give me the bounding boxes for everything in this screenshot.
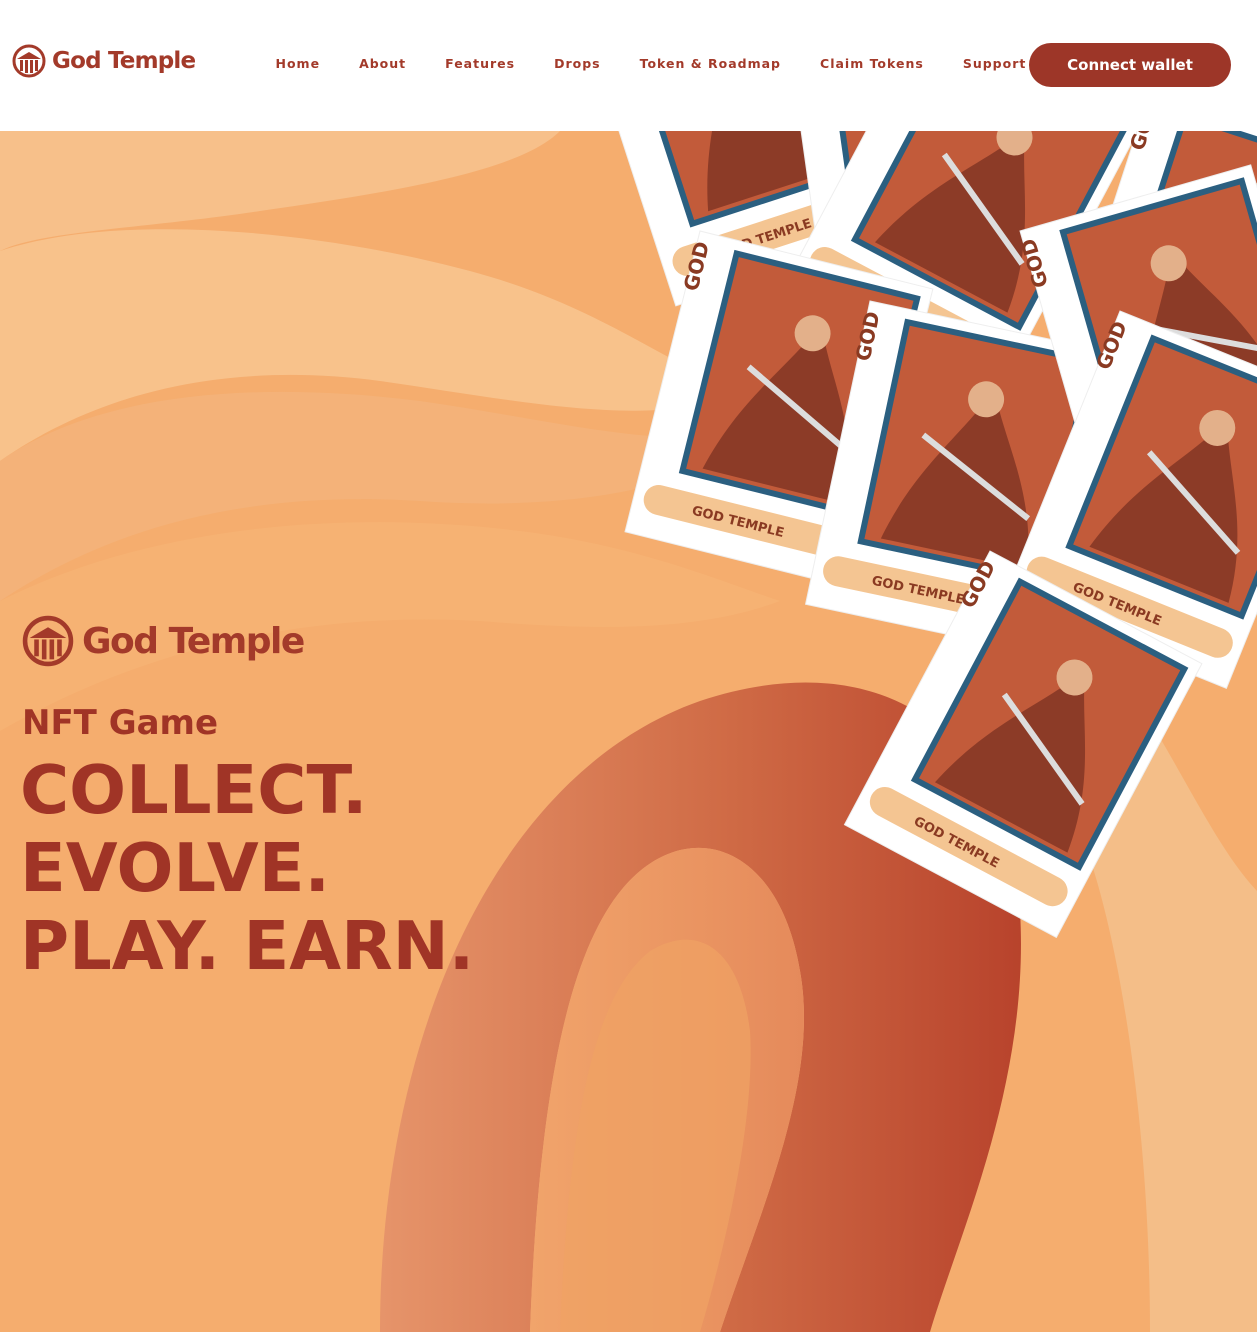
temple-logo-icon — [22, 615, 74, 667]
nav-home[interactable]: Home — [276, 56, 321, 71]
hero-headline: COLLECT. EVOLVE. PLAY. EARN. — [20, 751, 474, 985]
hero-subtitle: NFT Game — [22, 703, 219, 743]
nav-claim-tokens[interactable]: Claim Tokens — [820, 56, 924, 71]
nav-about[interactable]: About — [359, 56, 406, 71]
headline-line-3: PLAY. EARN. — [20, 907, 475, 985]
connect-wallet-button[interactable]: Connect wallet — [1029, 43, 1231, 87]
header-logo-text: God Temple — [52, 48, 196, 74]
nav-support[interactable]: Support — [963, 56, 1027, 71]
hero-logo-text: God Temple — [82, 620, 305, 662]
headline-line-1: COLLECT. — [20, 751, 368, 829]
headline-line-2: EVOLVE. — [20, 829, 330, 907]
hero-logo: God Temple — [22, 615, 305, 667]
site-header: God Temple Home About Features Drops Tok… — [0, 0, 1257, 131]
nav-drops[interactable]: Drops — [554, 56, 601, 71]
nav-token-roadmap[interactable]: Token & Roadmap — [640, 56, 781, 71]
header-logo[interactable]: God Temple — [12, 44, 196, 78]
main-nav: Home About Features Drops Token & Roadma… — [256, 56, 1046, 71]
temple-logo-icon — [12, 44, 46, 78]
nav-features[interactable]: Features — [445, 56, 515, 71]
hero-section: GOD TEMPLE GOD God Temple NFT Game COLLE… — [0, 131, 1257, 1332]
